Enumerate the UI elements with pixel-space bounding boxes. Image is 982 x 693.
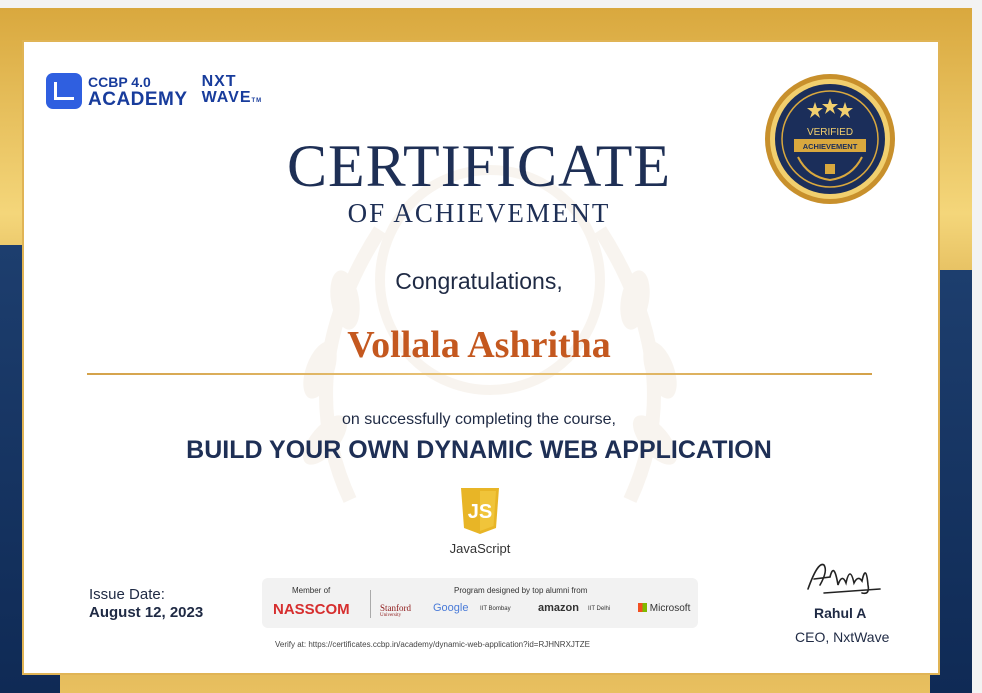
signature xyxy=(807,563,881,595)
iit-delhi-logo: IIT Delhi xyxy=(588,606,611,612)
iit-bombay-logo: IIT Bombay xyxy=(480,606,511,612)
ccbp-logo-icon xyxy=(46,73,82,109)
svg-text:JS: JS xyxy=(468,501,492,523)
congrats-text: Congratulations, xyxy=(395,268,563,294)
partners-box: Member of NASSCOM Program designed by to… xyxy=(262,578,698,628)
issue-date-label: Issue Date: xyxy=(89,586,165,603)
javascript-icon: JS xyxy=(461,488,499,534)
program-label: Program designed by top alumni from xyxy=(454,586,588,595)
javascript-label: JavaScript xyxy=(449,541,511,556)
stanford-logo: Stanford University xyxy=(380,603,411,618)
google-logo: Google xyxy=(433,602,469,614)
nasscom-logo: NASSCOM xyxy=(273,601,350,618)
logo-bottom-text: ACADEMY xyxy=(88,89,188,110)
signatory-title: CEO, NxtWave xyxy=(795,629,890,645)
certificate-subtitle: OF ACHIEVEMENT xyxy=(347,198,611,228)
name-underline xyxy=(87,373,872,375)
partners-divider xyxy=(370,590,371,618)
recipient-name: Vollala Ashritha xyxy=(347,324,611,366)
stanford-sub: University xyxy=(380,613,402,618)
amazon-logo: amazon xyxy=(538,602,579,614)
wave-text: WAVE xyxy=(201,88,252,106)
nxt-text: NXT xyxy=(201,72,237,90)
certificate-title: CERTIFICATE xyxy=(286,133,672,199)
tm-mark: TM xyxy=(251,97,263,104)
ccbp-logo: CCBP 4.0 ACADEMY NXT WAVETM xyxy=(46,73,262,109)
signatory-name: Rahul A xyxy=(814,605,867,621)
microsoft-icon xyxy=(638,603,647,612)
member-label: Member of xyxy=(292,586,331,595)
course-title: BUILD YOUR OWN DYNAMIC WEB APPLICATION xyxy=(186,436,772,464)
microsoft-logo: Microsoft xyxy=(638,603,690,614)
verify-link[interactable]: Verify at: https://certificates.ccbp.in/… xyxy=(275,640,590,649)
completion-text: on successfully completing the course, xyxy=(342,411,616,428)
nxtwave-logo: NXT WAVETM xyxy=(201,72,263,109)
issue-date-value: August 12, 2023 xyxy=(89,604,204,621)
